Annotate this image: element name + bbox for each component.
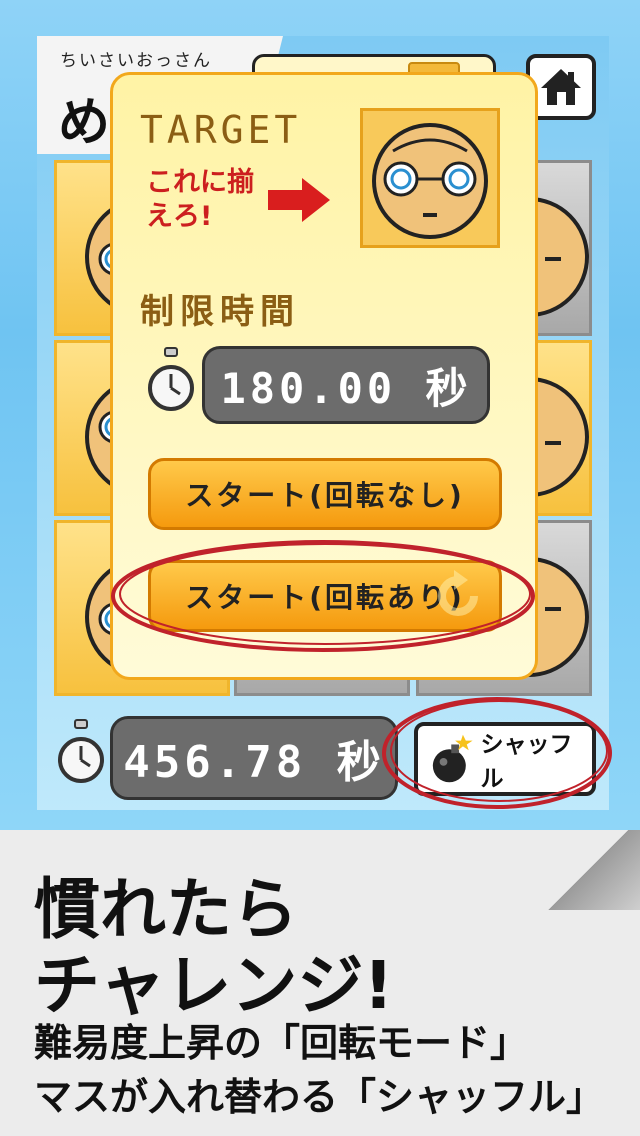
target-face-box bbox=[360, 108, 500, 248]
elapsed-timer: 456.78 秒 bbox=[110, 716, 398, 800]
app-title-big: め bbox=[58, 93, 111, 153]
start-no-rotation-button[interactable]: スタート(回転なし) bbox=[148, 458, 502, 530]
shuffle-button[interactable]: シャッフル bbox=[414, 722, 596, 796]
bomb-icon bbox=[432, 734, 473, 783]
rotate-icon bbox=[438, 570, 478, 616]
target-label: TARGET bbox=[140, 108, 302, 152]
stopwatch-icon bbox=[148, 347, 194, 411]
match-hint-label: これに揃えろ! bbox=[146, 167, 254, 232]
time-limit-label: 制限時間 bbox=[140, 292, 300, 332]
time-limit-value: 180.00 秒 bbox=[202, 346, 490, 424]
ossan-face-icon bbox=[372, 123, 488, 239]
app-title-small: ちいさいおっさん bbox=[60, 51, 212, 71]
caption-subline-1: 難易度上昇の「回転モード」 bbox=[34, 1021, 529, 1065]
shuffle-label: シャッフル bbox=[480, 732, 573, 792]
arrow-right-icon bbox=[268, 178, 330, 222]
home-icon bbox=[541, 69, 581, 105]
caption-subline-2: マスが入れ替わる「シャッフル」 bbox=[34, 1075, 605, 1119]
stopwatch-icon bbox=[58, 719, 104, 783]
page-curl-decoration bbox=[536, 830, 640, 910]
